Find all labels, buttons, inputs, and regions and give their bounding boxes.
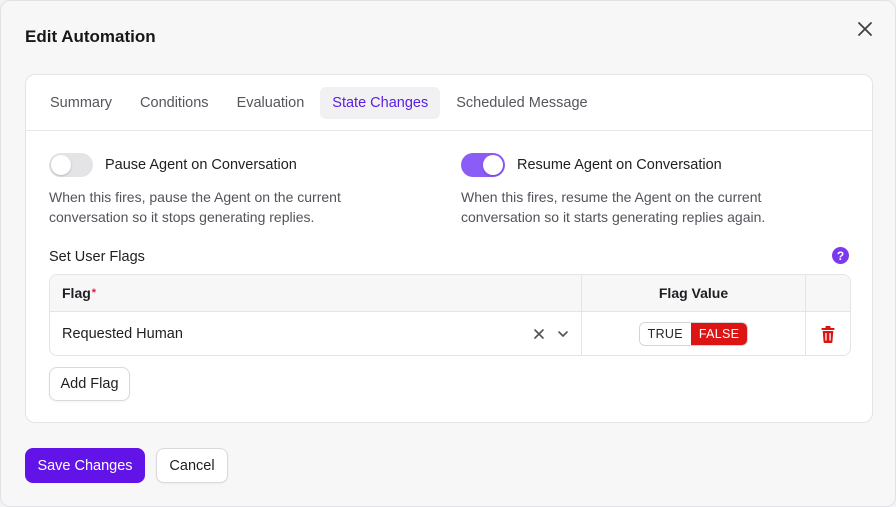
pause-agent-description: When this fires, pause the Agent on the … — [49, 189, 341, 225]
add-flag-button[interactable]: Add Flag — [49, 367, 130, 401]
resume-agent-description: When this fires, resume the Agent on the… — [461, 189, 766, 225]
flag-select[interactable]: Requested Human — [50, 312, 582, 355]
flag-value-cell: TRUE FALSE — [582, 312, 806, 355]
true-option[interactable]: TRUE — [639, 323, 691, 345]
pause-agent-block: Pause Agent on Conversation When this fi… — [49, 153, 389, 227]
close-icon — [858, 22, 872, 36]
flag-select-value: Requested Human — [62, 326, 183, 342]
modal-title: Edit Automation — [25, 27, 156, 46]
table-header: Flag * Flag Value — [50, 275, 850, 312]
state-changes-card: Summary Conditions Evaluation State Chan… — [25, 74, 873, 423]
resume-agent-block: Resume Agent on Conversation When this f… — [461, 153, 801, 227]
user-flags-title: Set User Flags — [49, 249, 145, 265]
user-flags-table: Flag * Flag Value Requested Human TRUE F… — [49, 274, 851, 356]
cancel-button[interactable]: Cancel — [156, 448, 228, 483]
edit-automation-modal: Edit Automation Summary Conditions Evalu… — [0, 0, 896, 507]
tab-summary[interactable]: Summary — [38, 87, 124, 119]
false-option[interactable]: FALSE — [690, 323, 748, 345]
column-header-flag: Flag * — [50, 275, 582, 311]
clear-icon[interactable] — [533, 328, 545, 340]
tab-conditions[interactable]: Conditions — [128, 87, 221, 119]
close-button[interactable] — [853, 17, 877, 41]
save-changes-button[interactable]: Save Changes — [25, 448, 145, 483]
column-header-flag-value: Flag Value — [582, 275, 806, 311]
tab-scheduled-message[interactable]: Scheduled Message — [444, 87, 599, 119]
chevron-down-icon[interactable] — [557, 328, 569, 340]
flag-value-toggle: TRUE FALSE — [638, 322, 749, 346]
delete-row-button[interactable] — [806, 312, 850, 355]
resume-agent-label: Resume Agent on Conversation — [517, 157, 722, 173]
help-icon[interactable]: ? — [832, 247, 849, 264]
pause-agent-label: Pause Agent on Conversation — [105, 157, 297, 173]
tab-state-changes[interactable]: State Changes — [320, 86, 441, 119]
resume-agent-toggle[interactable] — [461, 153, 505, 177]
table-row: Requested Human TRUE FALSE — [50, 312, 850, 355]
tab-bar: Summary Conditions Evaluation State Chan… — [26, 75, 872, 131]
required-mark: * — [91, 287, 97, 299]
column-header-actions — [806, 275, 850, 311]
trash-icon — [821, 325, 835, 343]
user-flags-header: Set User Flags ? — [49, 247, 849, 265]
tab-evaluation[interactable]: Evaluation — [225, 87, 317, 119]
pause-agent-toggle[interactable] — [49, 153, 93, 177]
